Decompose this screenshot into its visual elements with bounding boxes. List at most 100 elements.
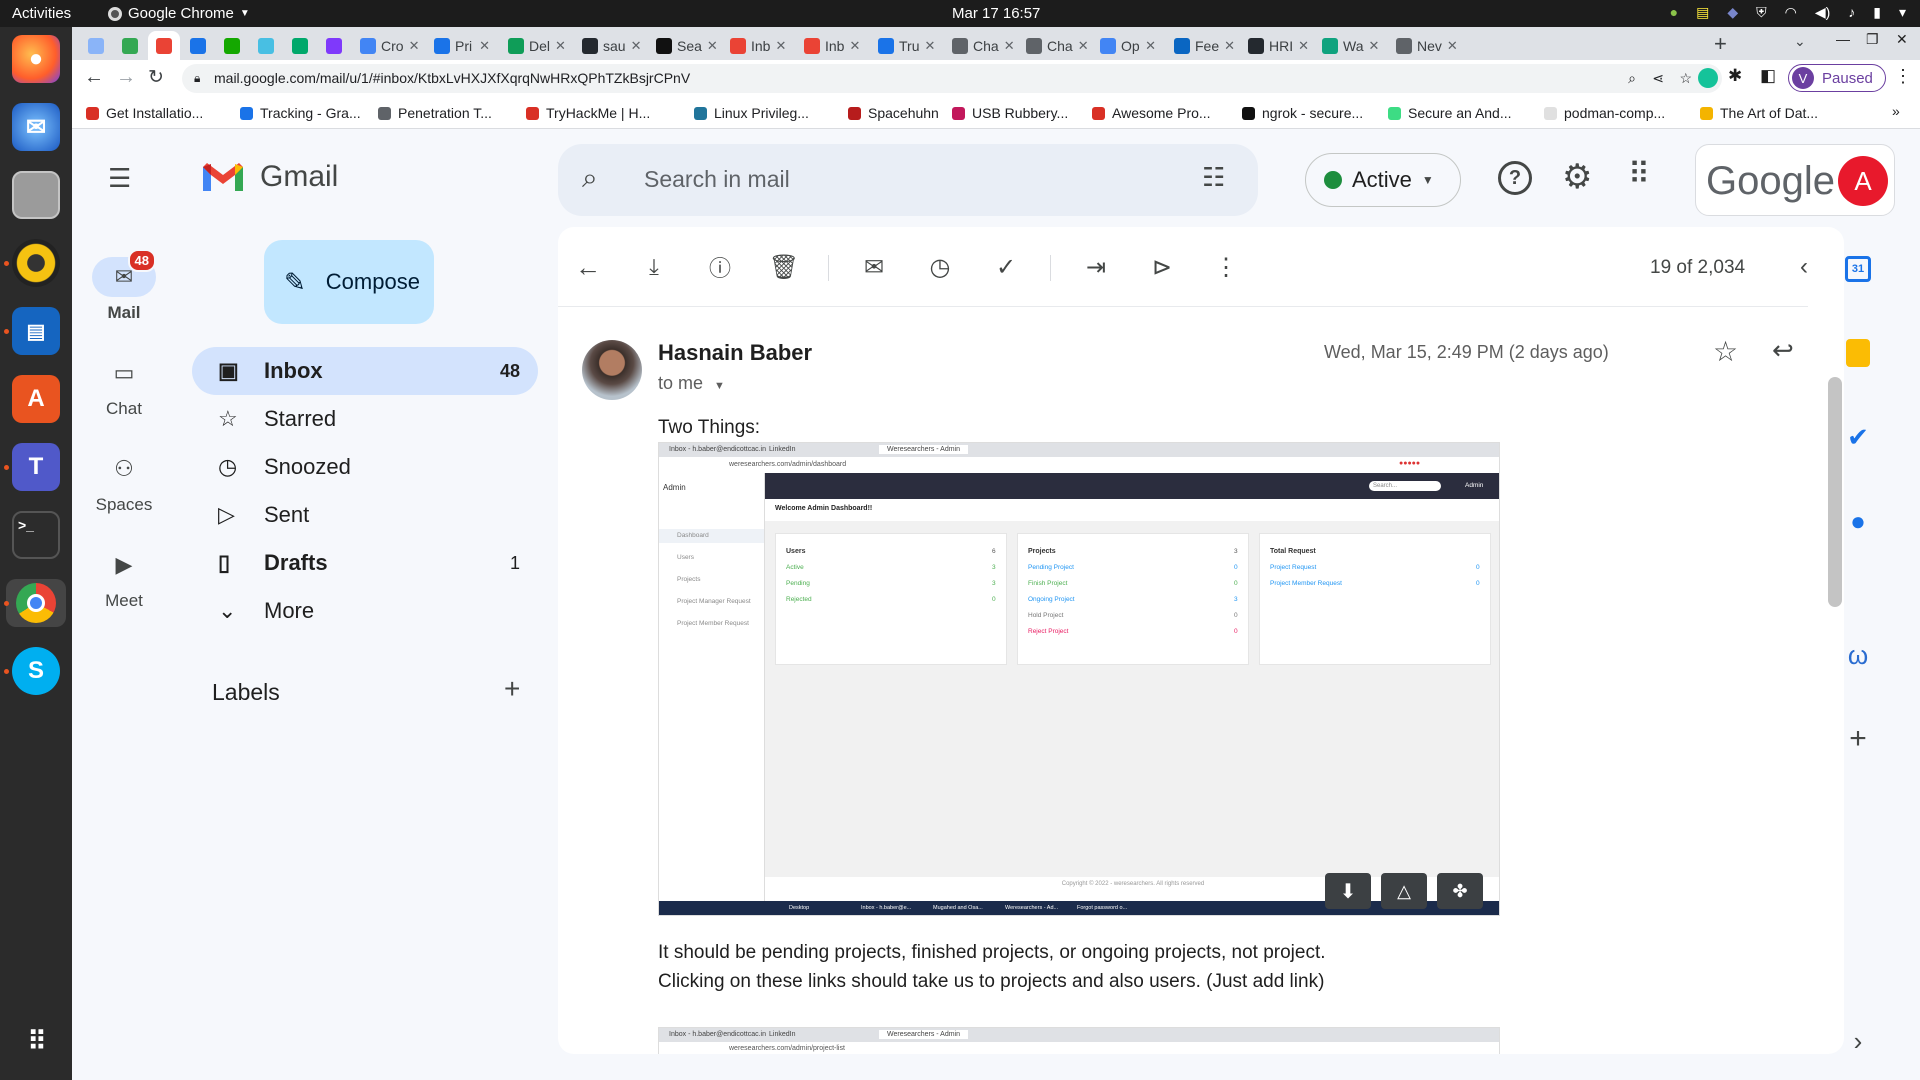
- help-icon[interactable]: ?: [1498, 161, 1532, 195]
- archive-icon[interactable]: ⤓: [634, 247, 674, 287]
- browser-tab[interactable]: [80, 31, 112, 60]
- newer-icon[interactable]: ‹: [1784, 247, 1824, 287]
- back-to-inbox-icon[interactable]: ←: [568, 247, 608, 287]
- close-tab-icon[interactable]: ✕: [1368, 38, 1379, 54]
- grammarly-icon[interactable]: [1698, 68, 1718, 88]
- get-addons-icon[interactable]: +: [1836, 717, 1880, 761]
- teams-icon[interactable]: T: [12, 443, 60, 491]
- close-tab-icon[interactable]: ✕: [849, 38, 860, 54]
- bookmark-item[interactable]: Linux Privileg...: [694, 105, 809, 121]
- scrollbar-thumb[interactable]: [1828, 377, 1842, 607]
- battery-icon[interactable]: ▮: [1873, 4, 1881, 21]
- settings-icon[interactable]: ⚙: [1562, 157, 1592, 197]
- add-to-drive-button[interactable]: △: [1381, 873, 1427, 909]
- browser-tab[interactable]: [114, 31, 146, 60]
- bookmark-item[interactable]: Secure an And...: [1388, 105, 1512, 121]
- volume-icon[interactable]: ◀): [1815, 4, 1830, 21]
- browser-tab[interactable]: [148, 31, 180, 60]
- browser-tab[interactable]: Del ✕: [500, 31, 572, 60]
- nav-item-drafts[interactable]: ▯ Drafts 1: [192, 539, 538, 587]
- sender-name[interactable]: Hasnain Baber: [658, 340, 812, 366]
- nav-item-inbox[interactable]: ▣ Inbox 48: [192, 347, 538, 395]
- share-icon[interactable]: ⋖: [1652, 64, 1664, 93]
- teams-tray-icon[interactable]: ◆: [1727, 4, 1738, 21]
- browser-tab[interactable]: Pri ✕: [426, 31, 498, 60]
- browser-tab[interactable]: sau ✕: [574, 31, 646, 60]
- bookmark-item[interactable]: USB Rubbery...: [952, 105, 1068, 121]
- tray-app-icon[interactable]: ●: [1670, 4, 1678, 21]
- close-tab-icon[interactable]: ✕: [555, 38, 566, 54]
- browser-tab[interactable]: Inb ✕: [796, 31, 868, 60]
- inline-screenshot[interactable]: Inbox - h.baber@endicottcac.in LinkedIn …: [658, 1027, 1500, 1054]
- search-input[interactable]: Search in mail: [644, 166, 790, 193]
- back-icon[interactable]: ←: [84, 66, 104, 89]
- browser-tab[interactable]: [216, 31, 248, 60]
- label-icon[interactable]: ⊳: [1142, 247, 1182, 287]
- skype-icon[interactable]: S: [12, 647, 60, 695]
- apps-grid-icon[interactable]: ⠿: [1628, 157, 1650, 192]
- forward-icon[interactable]: →: [116, 66, 136, 89]
- firefox-icon[interactable]: ●: [12, 35, 60, 83]
- bookmark-item[interactable]: Get Installatio...: [86, 105, 203, 121]
- new-tab-button[interactable]: +: [1714, 31, 1727, 57]
- close-tab-icon[interactable]: ✕: [1004, 38, 1015, 54]
- chrome-icon[interactable]: [6, 579, 66, 627]
- save-to-photos-button[interactable]: ✤: [1437, 873, 1483, 909]
- browser-tab[interactable]: Tru ✕: [870, 31, 942, 60]
- zoom-icon[interactable]: ⌕: [1628, 64, 1636, 93]
- close-tab-icon[interactable]: ✕: [775, 38, 786, 54]
- expand-panel-icon[interactable]: ›: [1836, 1019, 1880, 1063]
- bookmark-item[interactable]: The Art of Dat...: [1700, 105, 1818, 121]
- bookmark-star-icon[interactable]: ☆: [1679, 64, 1692, 93]
- tab-search-icon[interactable]: ⌄: [1794, 33, 1806, 50]
- bookmark-item[interactable]: Tracking - Gra...: [240, 105, 361, 121]
- thunderbird-icon[interactable]: ✉: [12, 103, 60, 151]
- microphone-icon[interactable]: ♪: [1848, 4, 1855, 21]
- browser-tab[interactable]: Fee ✕: [1166, 31, 1238, 60]
- files-icon[interactable]: [12, 171, 60, 219]
- close-tab-icon[interactable]: ✕: [1447, 38, 1458, 54]
- browser-tab[interactable]: Inb ✕: [722, 31, 794, 60]
- nav-item-sent[interactable]: ▷ Sent: [192, 491, 538, 539]
- power-menu-icon[interactable]: ▾: [1899, 4, 1906, 21]
- gmail-logo[interactable]: Gmail: [200, 159, 338, 195]
- side-panel-icon[interactable]: ◧: [1760, 66, 1776, 86]
- reply-icon[interactable]: ↩: [1772, 335, 1794, 366]
- keep-icon[interactable]: [1836, 331, 1880, 375]
- browser-tab[interactable]: [284, 31, 316, 60]
- search-options-icon[interactable]: ☷: [1202, 162, 1225, 193]
- maximize-button[interactable]: ❐: [1866, 31, 1879, 48]
- nav-item-more[interactable]: ⌄ More: [192, 587, 538, 635]
- rail-item-chat[interactable]: ▭ Chat: [88, 353, 160, 419]
- browser-tab[interactable]: Sea ✕: [648, 31, 720, 60]
- search-icon[interactable]: ⌕: [582, 162, 598, 195]
- close-tab-icon[interactable]: ✕: [1224, 38, 1235, 54]
- close-tab-icon[interactable]: ✕: [409, 38, 420, 54]
- browser-tab[interactable]: [318, 31, 350, 60]
- snooze-icon[interactable]: ◷: [920, 247, 960, 287]
- close-tab-icon[interactable]: ✕: [924, 38, 935, 54]
- download-attachment-button[interactable]: ⬇: [1325, 873, 1371, 909]
- bookmark-item[interactable]: Awesome Pro...: [1092, 105, 1211, 121]
- more-bookmarks-icon[interactable]: »: [1892, 103, 1900, 119]
- contacts-icon[interactable]: ●: [1836, 499, 1880, 543]
- recipient-details[interactable]: to me ▼: [658, 373, 725, 394]
- close-tab-icon[interactable]: ✕: [707, 38, 718, 54]
- extensions-icon[interactable]: ✱: [1728, 66, 1742, 86]
- menu-icon[interactable]: ⋮: [1894, 66, 1912, 87]
- address-bar[interactable]: 🔒︎ mail.google.com/mail/u/1/#inbox/KtbxL…: [182, 64, 1722, 93]
- calendar-icon[interactable]: 31: [1836, 247, 1880, 291]
- software-center-icon[interactable]: A: [12, 375, 60, 423]
- notes-icon[interactable]: ▤: [1696, 4, 1709, 21]
- close-tab-icon[interactable]: ✕: [1298, 38, 1309, 54]
- move-to-icon[interactable]: ⇥: [1076, 247, 1116, 287]
- account-switcher[interactable]: Google A: [1695, 144, 1895, 216]
- browser-tab[interactable]: Nev ✕: [1388, 31, 1460, 60]
- browser-tab[interactable]: Cro ✕: [352, 31, 424, 60]
- shield-icon[interactable]: ⛨: [1756, 4, 1767, 21]
- inline-screenshot[interactable]: Inbox - h.baber@endicottcac.in LinkedIn …: [658, 442, 1500, 916]
- search-bar[interactable]: ⌕ Search in mail ☷: [558, 144, 1258, 216]
- close-tab-icon[interactable]: ✕: [479, 38, 490, 54]
- tasks-icon[interactable]: ✔: [1836, 415, 1880, 459]
- app-menu[interactable]: Google Chrome ▼: [108, 5, 250, 22]
